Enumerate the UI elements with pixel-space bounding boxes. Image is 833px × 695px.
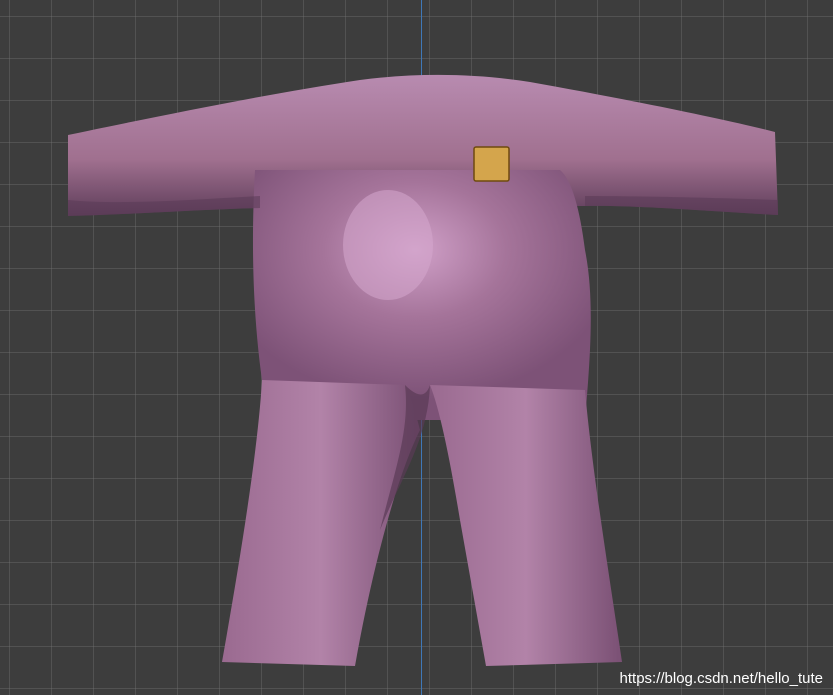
mesh-canvas [68, 74, 778, 666]
right-leg-mesh [430, 385, 622, 666]
left-leg-mesh [222, 380, 420, 666]
chest-highlight [343, 190, 433, 300]
watermark-text: https://blog.csdn.net/hello_tute [619, 670, 823, 687]
selected-vertex-marker[interactable] [473, 146, 510, 182]
3d-viewport[interactable]: https://blog.csdn.net/hello_tute [0, 0, 833, 695]
